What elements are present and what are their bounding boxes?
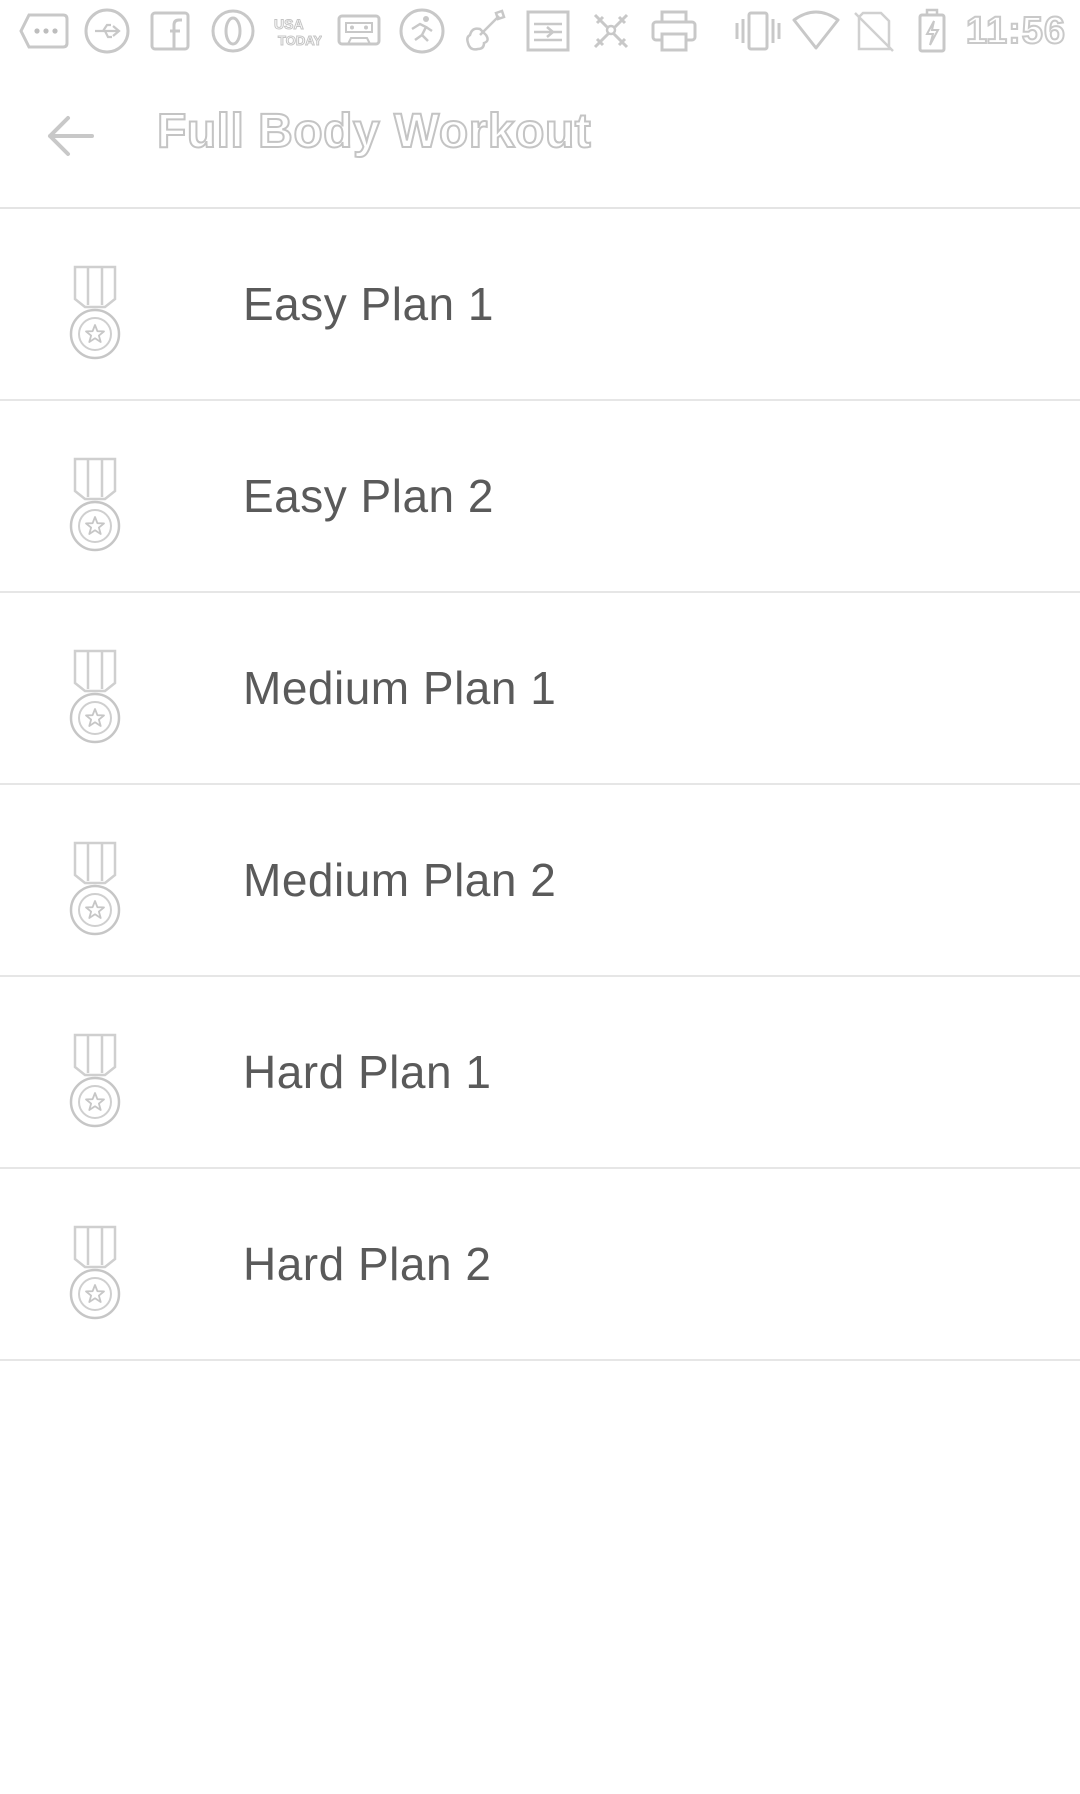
system-icons: 11:56: [734, 6, 1066, 56]
printer-icon: [648, 6, 700, 56]
wifi-icon: [792, 6, 840, 56]
medal-icon: [62, 841, 128, 937]
list-item-medium-plan-2[interactable]: Medium Plan 2: [0, 785, 1080, 977]
page-title: Full Body Workout: [156, 104, 592, 159]
medal-icon: [62, 265, 128, 361]
list-item-hard-plan-1[interactable]: Hard Plan 1: [0, 977, 1080, 1169]
no-sim-icon: [850, 6, 898, 56]
vibrate-icon: [734, 6, 782, 56]
facebook-icon: [144, 6, 196, 56]
usa-today-icon: USA TODAY: [270, 6, 323, 56]
app-bar: Full Body Workout: [0, 62, 1080, 209]
medal-icon: [62, 649, 128, 745]
plan-label: Easy Plan 2: [243, 470, 494, 522]
sports-icon: [585, 6, 637, 56]
plan-label: Medium Plan 1: [243, 662, 557, 714]
svg-text:TODAY: TODAY: [278, 33, 322, 48]
list-item-easy-plan-1[interactable]: Easy Plan 1: [0, 209, 1080, 401]
cassette-icon: [333, 6, 385, 56]
violin-icon: [459, 6, 511, 56]
fitness-run-icon: [396, 6, 448, 56]
usb-icon: [81, 6, 133, 56]
svg-text:USA: USA: [274, 16, 304, 32]
status-time: 11:56: [965, 9, 1066, 53]
opera-icon: [207, 6, 259, 56]
plan-label: Medium Plan 2: [243, 854, 557, 906]
plan-label: Hard Plan 1: [243, 1046, 492, 1098]
medal-icon: [62, 457, 128, 553]
list-item-medium-plan-1[interactable]: Medium Plan 1: [0, 593, 1080, 785]
back-button[interactable]: [40, 106, 100, 166]
battery-charging-icon: [908, 6, 956, 56]
arrow-left-icon: [48, 116, 94, 156]
status-bar: USA TODAY 11:56: [0, 0, 1080, 63]
list-item-hard-plan-2[interactable]: Hard Plan 2: [0, 1169, 1080, 1361]
list-item-easy-plan-2[interactable]: Easy Plan 2: [0, 401, 1080, 593]
plan-label: Easy Plan 1: [243, 278, 494, 330]
more-dots-icon: [18, 6, 70, 56]
plan-label: Hard Plan 2: [243, 1238, 492, 1290]
plan-list: Easy Plan 1 Easy Plan 2 Medium Plan 1 Me…: [0, 209, 1080, 1361]
transfer-icon: [522, 6, 574, 56]
medal-icon: [62, 1033, 128, 1129]
notification-icons: USA TODAY: [18, 6, 711, 56]
medal-icon: [62, 1225, 128, 1321]
